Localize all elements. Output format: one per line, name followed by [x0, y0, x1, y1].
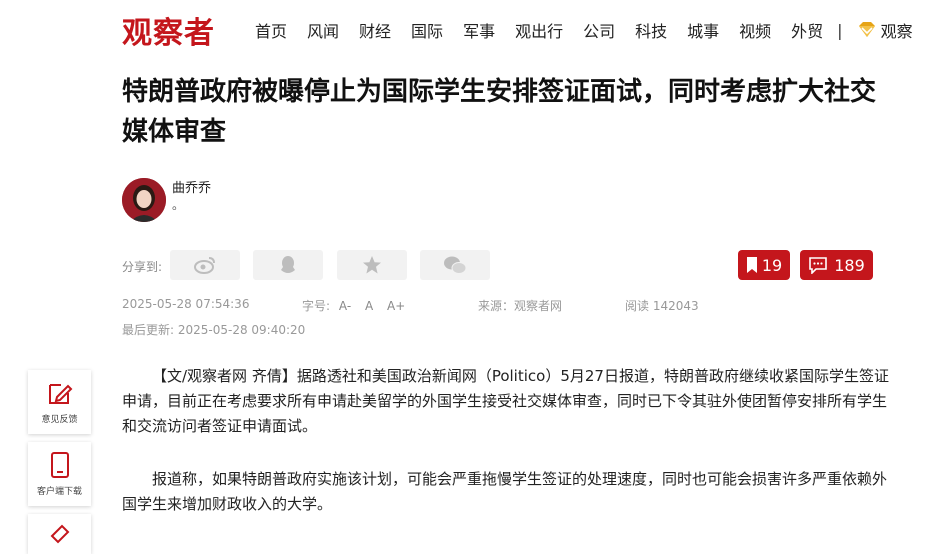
more-tool-button[interactable]	[28, 514, 91, 554]
app-download-button[interactable]: 客户端下载	[28, 442, 91, 506]
read-count: 阅读 142043	[625, 299, 699, 313]
avatar-image	[122, 178, 166, 222]
phone-icon	[50, 451, 69, 478]
share-weibo-button[interactable]	[170, 250, 240, 280]
feedback-button[interactable]: 意见反馈	[28, 370, 91, 434]
edit-icon	[48, 383, 72, 404]
author-description: 。	[172, 198, 185, 212]
nav-item-trade[interactable]: 外贸	[791, 18, 823, 42]
font-smaller-button[interactable]: A-	[339, 299, 351, 313]
share-wechat-button[interactable]	[420, 250, 490, 280]
article-paragraph: 报道称，如果特朗普政府实施该计划，可能会严重拖慢学生签证的处理速度，同时也可能会…	[122, 470, 888, 513]
bookmark-button[interactable]: 19	[738, 250, 790, 280]
font-size-label: 字号:	[302, 299, 331, 313]
nav-item-fengwen[interactable]: 风闻	[307, 18, 339, 42]
comment-icon	[809, 256, 828, 274]
publish-date: 2025-05-28 07:54:36	[122, 297, 250, 311]
font-size-controls: 字号: A- A A+	[302, 297, 410, 314]
app-download-label: 客户端下载	[36, 486, 82, 497]
article-source: 来源：观察者网	[478, 299, 563, 313]
last-updated: 最后更新: 2025-05-28 09:40:20	[122, 323, 306, 337]
nav-item-military[interactable]: 军事	[463, 18, 495, 42]
article-title: 特朗普政府被曝停止为国际学生安排签证面试，同时考虑扩大社交媒体审查	[122, 77, 877, 147]
feedback-label: 意见反馈	[41, 414, 78, 425]
author-name[interactable]: 曲乔乔	[172, 177, 211, 196]
main-nav: 首页 风闻 财经 国际 军事 观出行 公司 科技 城事 视频 外贸 | 观察	[255, 18, 913, 42]
nav-vip-label: 观察	[880, 22, 913, 41]
nav-item-tech[interactable]: 科技	[635, 18, 667, 42]
nav-vip-link[interactable]: 观察	[857, 18, 913, 42]
article-paragraph: 【文/观察者网 齐倩】据路透社和美国政治新闻网（Politico）5月27日报道…	[122, 367, 889, 435]
vip-diamond-icon	[858, 22, 875, 37]
nav-item-finance[interactable]: 财经	[359, 18, 391, 42]
weibo-icon	[194, 257, 215, 274]
share-label: 分享到:	[122, 260, 163, 274]
share-qzone-button[interactable]	[337, 250, 407, 280]
nav-item-city[interactable]: 城事	[687, 18, 719, 42]
bookmark-count: 19	[761, 255, 783, 275]
qzone-icon	[363, 256, 381, 274]
comment-count: 189	[834, 255, 865, 275]
comment-button[interactable]: 189	[800, 250, 873, 280]
share-qq-button[interactable]	[253, 250, 323, 280]
wechat-icon	[444, 256, 467, 274]
font-normal-button[interactable]: A	[365, 299, 373, 313]
qq-icon	[281, 256, 295, 273]
tool-icon	[50, 524, 69, 544]
nav-separator: |	[837, 20, 843, 40]
font-larger-button[interactable]: A+	[387, 299, 405, 313]
site-logo[interactable]: 观察者	[122, 8, 215, 52]
nav-item-video[interactable]: 视频	[739, 18, 771, 42]
bookmark-icon	[746, 257, 757, 273]
nav-item-company[interactable]: 公司	[583, 18, 615, 42]
author-avatar[interactable]	[122, 178, 166, 222]
nav-item-home[interactable]: 首页	[255, 18, 287, 42]
nav-item-travel[interactable]: 观出行	[515, 18, 563, 42]
nav-item-international[interactable]: 国际	[411, 18, 443, 42]
